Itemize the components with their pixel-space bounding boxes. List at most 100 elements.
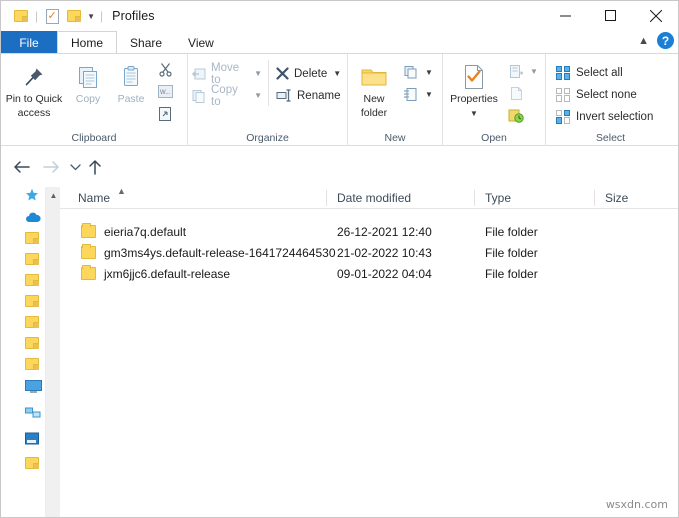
edit-button[interactable]	[505, 83, 541, 104]
drive-icon	[25, 432, 40, 451]
recent-locations-icon[interactable]	[65, 157, 85, 177]
rename-button[interactable]: Rename	[273, 85, 346, 106]
column-divider[interactable]	[474, 190, 475, 206]
invert-selection-button[interactable]: Invert selection	[552, 106, 659, 127]
maximize-icon[interactable]	[588, 1, 633, 30]
delete-label: Delete	[294, 67, 328, 80]
nav-item-folder[interactable]	[1, 334, 45, 355]
nav-item-quick-access[interactable]	[1, 187, 45, 208]
select-none-button[interactable]: Select none	[552, 84, 659, 105]
new-folder-button[interactable]: New folder	[348, 58, 400, 119]
tab-home[interactable]: Home	[57, 31, 118, 54]
ribbon-group-clipboard: Pin to Quick access Copy Paste W... Clip…	[1, 54, 187, 146]
table-row[interactable]: jxm6jjc6.default-release 09-01-2022 04:0…	[60, 263, 678, 284]
invert-selection-label: Invert selection	[576, 110, 654, 123]
close-icon[interactable]	[633, 1, 678, 30]
navigation-pane-scrollbar[interactable]: ▲	[45, 187, 61, 517]
nav-item-this-pc[interactable]	[1, 376, 45, 402]
ribbon-group-label-organize: Organize	[246, 132, 289, 144]
nav-item-network[interactable]	[1, 402, 45, 428]
delete-icon	[276, 66, 289, 82]
nav-item-folder[interactable]	[1, 454, 45, 475]
nav-item-drive[interactable]	[1, 428, 45, 454]
column-divider[interactable]	[326, 190, 327, 206]
move-to-label: Move to	[211, 61, 240, 86]
scroll-up-icon[interactable]: ▲	[46, 187, 61, 203]
minimize-icon[interactable]	[543, 1, 588, 30]
ribbon-group-open: Properties ▼ ▼ Open	[442, 54, 545, 146]
nav-item-folder[interactable]	[1, 229, 45, 250]
tab-share[interactable]: Share	[117, 31, 175, 54]
quick-access-star-icon	[25, 188, 39, 207]
new-item-button[interactable]: ▼	[400, 62, 436, 83]
tab-view[interactable]: View	[175, 31, 227, 54]
copy-to-button[interactable]: Copy to ▼	[188, 84, 268, 108]
delete-button[interactable]: Delete ▼	[273, 63, 346, 84]
file-list-pane[interactable]: ▲ Name Date modified Type Size eieria7q.…	[60, 186, 678, 517]
tab-view-label: View	[188, 35, 214, 50]
chevron-down-icon[interactable]: ▼	[333, 69, 341, 78]
folder-icon	[25, 315, 39, 333]
chevron-down-icon[interactable]: ▼	[470, 108, 478, 120]
clipboard-small-buttons: W...	[153, 58, 177, 124]
up-arrow-icon[interactable]	[85, 157, 105, 177]
forward-arrow-icon	[41, 157, 61, 177]
nav-item-folder[interactable]	[1, 292, 45, 313]
tab-home-label: Home	[71, 36, 104, 50]
edit-icon	[508, 86, 524, 102]
folder-icon	[25, 336, 39, 354]
easy-access-button[interactable]: ▼	[400, 84, 436, 105]
nav-item-folder[interactable]	[1, 250, 45, 271]
copy-path-button[interactable]: W...	[153, 81, 177, 102]
tab-file[interactable]: File	[1, 31, 57, 54]
cut-button[interactable]	[153, 59, 177, 80]
folder-icon	[81, 265, 96, 280]
chevron-down-icon[interactable]: ▼	[254, 91, 262, 100]
qat-divider: |	[35, 9, 39, 23]
nav-item-folder[interactable]	[1, 313, 45, 334]
chevron-down-icon[interactable]: ▼	[425, 90, 433, 99]
copy-button[interactable]: Copy	[67, 58, 109, 106]
paste-shortcut-button[interactable]	[153, 103, 177, 124]
folder-icon[interactable]	[63, 5, 85, 27]
open-button[interactable]: ▼	[505, 61, 541, 82]
folder-icon	[81, 244, 96, 259]
folder-icon[interactable]	[10, 5, 32, 27]
chevron-down-icon[interactable]: ▼	[425, 68, 433, 77]
column-header-size[interactable]: Size	[605, 191, 628, 205]
chevron-down-icon[interactable]: ▼	[530, 67, 538, 76]
column-header-date-modified[interactable]: Date modified	[337, 191, 411, 205]
move-to-button[interactable]: Move to ▼	[188, 61, 268, 86]
select-all-button[interactable]: Select all	[552, 62, 659, 83]
folder-icon	[25, 456, 39, 474]
history-button[interactable]	[505, 105, 541, 126]
properties-icon[interactable]: ✓	[41, 5, 63, 27]
ribbon-group-new: New folder ▼ ▼ New	[347, 54, 442, 146]
column-header-name[interactable]: Name	[78, 191, 110, 205]
chevron-down-icon[interactable]: ▼	[254, 69, 262, 78]
qat-divider: |	[100, 9, 104, 23]
chevron-up-icon[interactable]: ▲	[638, 35, 649, 47]
ribbon-group-select: Select all Select none Invert selection …	[545, 54, 675, 146]
column-header-type[interactable]: Type	[485, 191, 511, 205]
chevron-down-icon[interactable]: ▼	[85, 12, 97, 21]
nav-item-onedrive[interactable]	[1, 208, 45, 229]
history-icon	[508, 108, 524, 124]
easy-access-icon	[403, 87, 419, 103]
table-row[interactable]: eieria7q.default 26-12-2021 12:40 File f…	[60, 221, 678, 242]
column-divider[interactable]	[594, 190, 595, 206]
ribbon-group-label-new: New	[384, 132, 406, 144]
back-arrow-icon[interactable]	[11, 157, 31, 177]
help-icon[interactable]: ?	[657, 32, 674, 49]
file-type: File folder	[485, 266, 538, 281]
select-all-label: Select all	[576, 66, 623, 79]
navigation-pane[interactable]	[1, 187, 45, 517]
properties-button[interactable]: Properties ▼	[443, 58, 505, 119]
pin-to-quick-access-button[interactable]: Pin to Quick access	[1, 58, 67, 119]
nav-item-folder[interactable]	[1, 355, 45, 376]
paste-button[interactable]: Paste	[109, 58, 153, 106]
paste-label: Paste	[117, 93, 145, 105]
new-item-icon	[403, 65, 419, 81]
table-row[interactable]: gm3ms4ys.default-release-1641724464530 2…	[60, 242, 678, 263]
nav-item-folder[interactable]	[1, 271, 45, 292]
